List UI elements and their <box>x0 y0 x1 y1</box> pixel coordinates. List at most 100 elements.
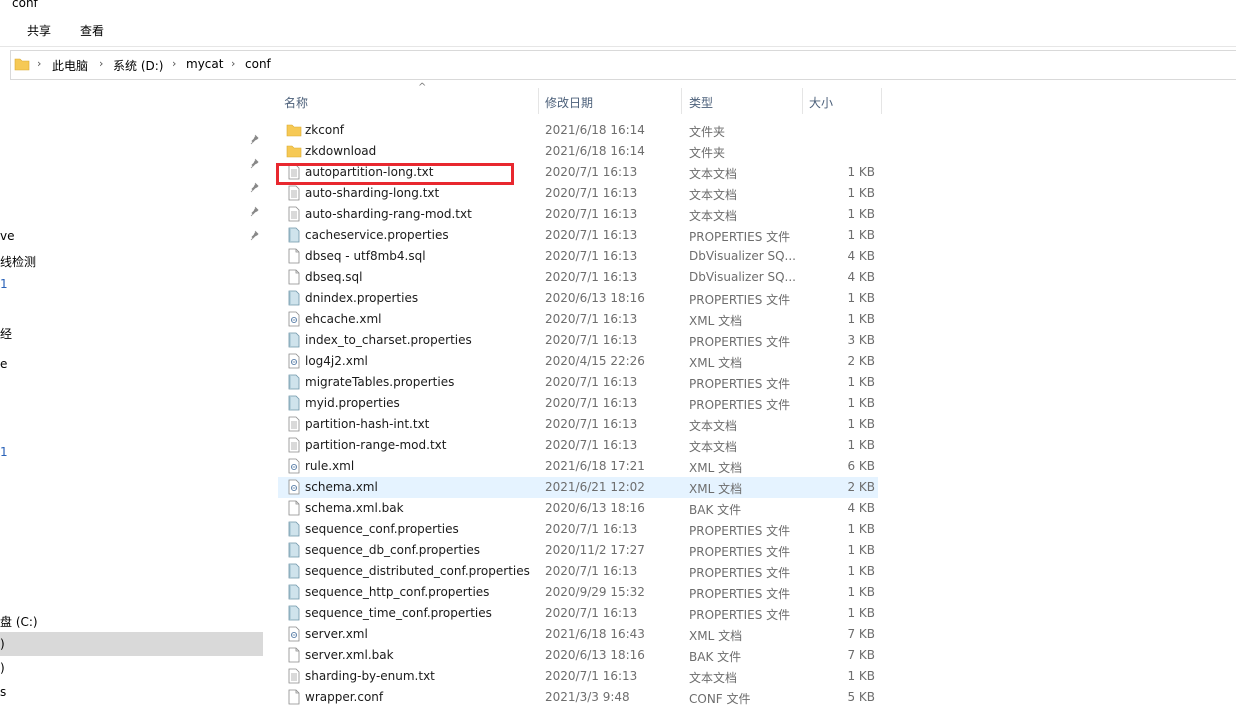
file-row[interactable]: cacheservice.properties 2020/7/1 16:13 PRO… <box>278 225 878 246</box>
xml-file-icon <box>288 311 300 327</box>
nav-item[interactable]: 1 <box>0 440 263 464</box>
file-row[interactable]: zkdownload 2021/6/18 16:14 文件夹 <box>278 141 878 162</box>
file-row[interactable]: auto-sharding-long.txt 2020/7/1 16:13 文本文档… <box>278 183 878 204</box>
file-row[interactable]: myid.properties 2020/7/1 16:13 PROPERTIES … <box>278 393 878 414</box>
file-row[interactable]: dbseq.sql 2020/7/1 16:13 DbVisualizer SQ..… <box>278 267 878 288</box>
file-modified-date: 2020/9/29 15:32 <box>545 585 645 599</box>
pin-icon[interactable] <box>249 182 261 194</box>
pin-icon[interactable] <box>249 134 261 146</box>
file-modified-date: 2020/11/2 17:27 <box>545 543 645 557</box>
file-size: 7 KB <box>847 627 875 641</box>
nav-item[interactable]: ve <box>0 224 263 248</box>
file-row[interactable]: sequence_http_conf.properties 2020/9/29 1… <box>278 582 878 603</box>
properties-file-icon <box>288 290 300 306</box>
breadcrumb-drive-d[interactable]: 系统 (D:) <box>113 57 163 74</box>
file-name: dnindex.properties <box>305 291 419 305</box>
nav-item[interactable]: 1 <box>0 272 263 296</box>
address-bar[interactable]: › 此电脑 › 系统 (D:) › mycat › conf <box>10 50 1236 80</box>
file-modified-date: 2020/7/1 16:13 <box>545 522 638 536</box>
file-row[interactable]: sequence_distributed_conf.properties 2020… <box>278 561 878 582</box>
file-row[interactable]: sequence_conf.properties 2020/7/1 16:13 PR… <box>278 519 878 540</box>
file-row[interactable]: partition-hash-int.txt 2020/7/1 16:13 文本文档… <box>278 414 878 435</box>
nav-item[interactable]: s <box>0 680 263 704</box>
properties-file-icon <box>288 332 300 348</box>
nav-item-drive-c[interactable]: 盘 (C:) <box>0 608 263 632</box>
file-row[interactable]: schema.xml.bak 2020/6/13 18:16 BAK 文件 4 KB <box>278 498 878 519</box>
file-icon <box>288 500 300 516</box>
file-row[interactable]: ehcache.xml 2020/7/1 16:13 XML 文档 1 KB <box>278 309 878 330</box>
chevron-right-icon[interactable]: › <box>172 57 176 70</box>
file-row[interactable]: autopartition-long.txt 2020/7/1 16:13 文本文档… <box>278 162 878 183</box>
pin-icon[interactable] <box>249 158 261 170</box>
file-row[interactable]: dnindex.properties 2020/6/13 18:16 PROPERT… <box>278 288 878 309</box>
file-size: 1 KB <box>847 543 875 557</box>
file-size: 3 KB <box>847 333 875 347</box>
xml-file-icon <box>288 626 300 642</box>
chevron-right-icon[interactable]: › <box>37 57 41 70</box>
file-row[interactable]: wrapper.conf 2021/3/3 9:48 CONF 文件 5 KB <box>278 687 878 708</box>
tab-view[interactable]: 查看 <box>80 22 104 39</box>
file-modified-date: 2021/6/18 16:14 <box>545 123 645 137</box>
file-row[interactable]: sequence_time_conf.properties 2020/7/1 16… <box>278 603 878 624</box>
file-row[interactable]: server.xml.bak 2020/6/13 18:16 BAK 文件 7 KB <box>278 645 878 666</box>
file-row[interactable]: sharding-by-enum.txt 2020/7/1 16:13 文本文档 1 … <box>278 666 878 687</box>
file-row[interactable]: rule.xml 2021/6/18 17:21 XML 文档 6 KB <box>278 456 878 477</box>
column-header-size[interactable]: 大小 <box>809 84 879 118</box>
nav-item[interactable]: ) <box>0 656 263 680</box>
file-row[interactable]: migrateTables.properties 2020/7/1 16:13 PR… <box>278 372 878 393</box>
file-row[interactable]: zkconf 2021/6/18 16:14 文件夹 <box>278 120 878 141</box>
column-header-date[interactable]: 修改日期 <box>545 84 681 118</box>
nav-item-drive-d[interactable]: ) <box>0 632 263 656</box>
nav-item[interactable]: 线检测 <box>0 248 263 272</box>
file-size: 1 KB <box>847 165 875 179</box>
file-type: XML 文档 <box>689 314 743 328</box>
breadcrumb-this-pc[interactable]: 此电脑 <box>52 57 88 74</box>
breadcrumb-conf[interactable]: conf <box>245 57 271 71</box>
file-row[interactable]: index_to_charset.properties 2020/7/1 16:1… <box>278 330 878 351</box>
file-modified-date: 2020/7/1 16:13 <box>545 207 638 221</box>
column-header-name[interactable]: 名称 ^ <box>284 82 536 118</box>
column-divider[interactable] <box>881 88 882 114</box>
file-modified-date: 2020/7/1 16:13 <box>545 270 638 284</box>
column-divider[interactable] <box>538 88 539 114</box>
column-header-label: 修改日期 <box>545 96 594 110</box>
chevron-right-icon[interactable]: › <box>99 57 103 70</box>
file-name: server.xml <box>305 627 368 641</box>
properties-file-icon <box>288 563 300 579</box>
nav-item-label: 线检测 <box>0 255 37 269</box>
file-row[interactable]: auto-sharding-rang-mod.txt 2020/7/1 16:13… <box>278 204 878 225</box>
file-size: 1 KB <box>847 312 875 326</box>
breadcrumb-mycat[interactable]: mycat <box>186 57 223 71</box>
file-row[interactable]: partition-range-mod.txt 2020/7/1 16:13 文本文… <box>278 435 878 456</box>
file-row[interactable]: server.xml 2021/6/18 16:43 XML 文档 7 KB <box>278 624 878 645</box>
xml-file-icon <box>288 479 300 495</box>
file-size: 5 KB <box>847 690 875 704</box>
file-list-pane: 名称 ^ 修改日期 类型 大小 zkconf 2021/6/18 16:14 文件夹… <box>270 82 1236 726</box>
file-type: PROPERTIES 文件 <box>689 587 791 601</box>
file-row[interactable]: dbseq - utf8mb4.sql 2020/7/1 16:13 DbVisua… <box>278 246 878 267</box>
title-bar: conf <box>0 0 1236 12</box>
file-row[interactable]: log4j2.xml 2020/4/15 22:26 XML 文档 2 KB <box>278 351 878 372</box>
nav-item[interactable]: 经 <box>0 320 263 344</box>
column-divider[interactable] <box>681 88 682 114</box>
file-size: 1 KB <box>847 228 875 242</box>
nav-item[interactable]: e <box>0 352 263 376</box>
file-size: 1 KB <box>847 291 875 305</box>
file-size: 1 KB <box>847 396 875 410</box>
file-modified-date: 2021/6/18 17:21 <box>545 459 645 473</box>
properties-file-icon <box>288 542 300 558</box>
chevron-right-icon[interactable]: › <box>231 57 235 70</box>
file-size: 1 KB <box>847 669 875 683</box>
file-modified-date: 2021/6/18 16:14 <box>545 144 645 158</box>
file-row[interactable]: sequence_db_conf.properties 2020/11/2 17:… <box>278 540 878 561</box>
tab-share[interactable]: 共享 <box>27 22 51 39</box>
column-header-type[interactable]: 类型 <box>689 84 799 118</box>
text-file-icon <box>288 206 300 222</box>
file-row[interactable]: schema.xml 2021/6/21 12:02 XML 文档 2 KB <box>278 477 878 498</box>
properties-file-icon <box>288 521 300 537</box>
file-name: sharding-by-enum.txt <box>305 669 435 683</box>
properties-file-icon <box>288 605 300 621</box>
pin-icon[interactable] <box>249 206 261 218</box>
column-divider[interactable] <box>802 88 803 114</box>
file-size: 1 KB <box>847 564 875 578</box>
